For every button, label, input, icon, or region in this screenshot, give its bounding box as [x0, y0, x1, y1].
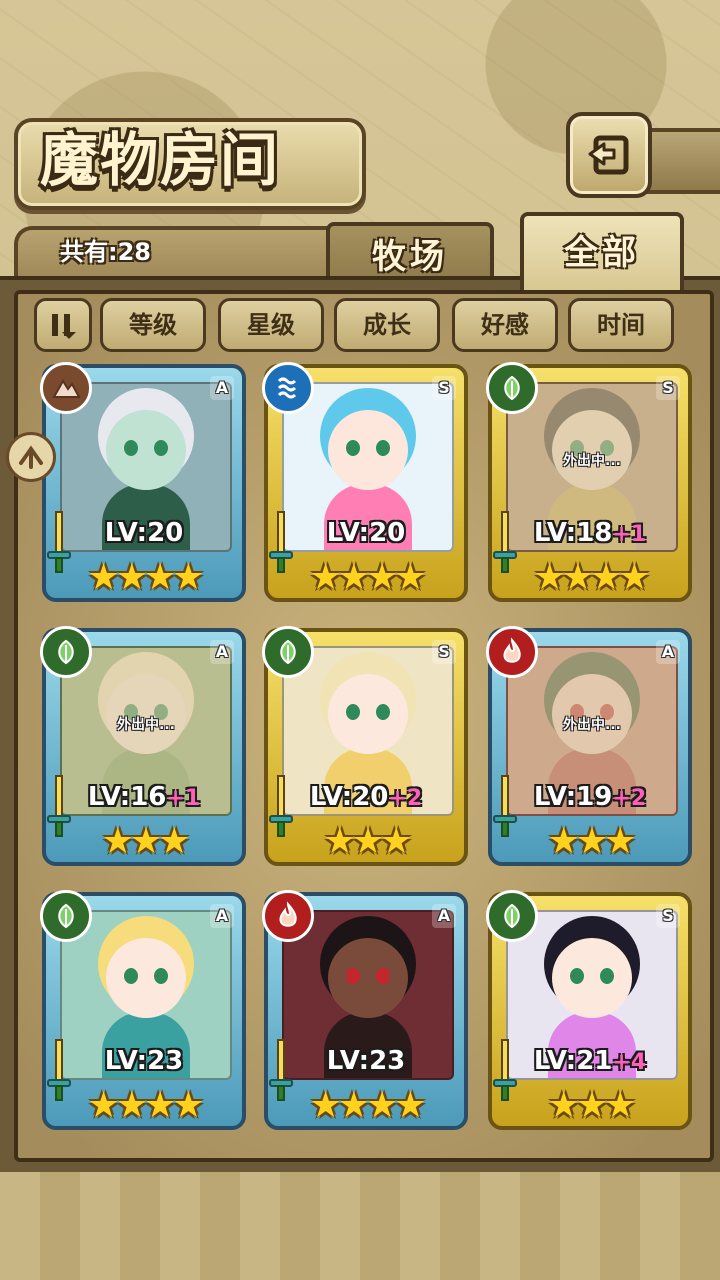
away-status: 外出中...: [563, 453, 621, 469]
back-button[interactable]: [566, 112, 652, 198]
star-rating: ★★★★: [533, 557, 650, 598]
bottom-map-strip: [0, 1172, 720, 1280]
sort-order-toggle[interactable]: [34, 298, 92, 352]
side-badge[interactable]: [6, 432, 56, 482]
level-label: LV:19+2: [492, 782, 688, 812]
monster-count: 共有:28: [60, 238, 151, 266]
water-element-icon: [262, 362, 314, 414]
fire-element-icon: [486, 626, 538, 678]
sort-affection-button[interactable]: 好感: [452, 298, 558, 352]
sword-icon: [266, 772, 296, 842]
monster-card[interactable]: A LV:23 ★★★★: [262, 890, 468, 1130]
sword-icon: [490, 1036, 520, 1106]
level-bonus: +1: [166, 786, 201, 811]
level-label: LV:20: [268, 518, 464, 548]
level-bonus: +2: [612, 786, 647, 811]
nature-element-icon: [486, 890, 538, 942]
level-label: LV:23: [46, 1046, 242, 1076]
rank-badge: A: [210, 904, 234, 928]
sort-level-button[interactable]: 等级: [100, 298, 206, 352]
sort-order-icon: [52, 314, 76, 339]
level-value: LV:19: [533, 782, 613, 812]
level-label: LV:23: [268, 1046, 464, 1076]
sort-stars-button[interactable]: 星级: [218, 298, 324, 352]
level-label: LV:20+2: [268, 782, 464, 812]
star-rating: ★★★: [547, 821, 637, 862]
sword-icon: [490, 508, 520, 578]
star-rating: ★★★: [323, 821, 413, 862]
sword-icon: [490, 772, 520, 842]
back-arrow-icon: [588, 135, 629, 175]
rank-badge: S: [656, 376, 680, 400]
level-value: LV:21: [533, 1046, 613, 1076]
away-status: 外出中...: [563, 717, 621, 733]
level-value: LV:20: [104, 518, 184, 548]
monster-card[interactable]: A LV:20 ★★★★: [40, 362, 246, 602]
monster-card[interactable]: S LV:20+2 ★★★: [262, 626, 468, 866]
level-value: LV:23: [104, 1046, 184, 1076]
sort-bar: 等级 星级 成长 好感 时间: [30, 296, 690, 352]
star-rating: ★★★: [547, 1085, 637, 1126]
sort-time-button[interactable]: 时间: [568, 298, 674, 352]
level-value: LV:23: [326, 1046, 406, 1076]
star-rating: ★★★: [101, 821, 191, 862]
monster-card[interactable]: A LV:23 ★★★★: [40, 890, 246, 1130]
rank-badge: S: [432, 640, 456, 664]
level-bonus: +4: [612, 1050, 647, 1075]
page-title: 魔物房间: [40, 126, 281, 194]
level-label: LV:20: [46, 518, 242, 548]
level-value: LV:18: [533, 518, 613, 548]
rank-badge: A: [432, 904, 456, 928]
star-rating: ★★★★: [309, 1085, 426, 1126]
earth-element-icon: [40, 362, 92, 414]
monster-card[interactable]: 外出中... A LV:19+2 ★★★: [486, 626, 692, 866]
monster-card[interactable]: 外出中... A LV:16+1 ★★★: [40, 626, 246, 866]
rank-badge: A: [210, 376, 234, 400]
sword-icon: [44, 772, 74, 842]
level-bonus: +1: [612, 522, 647, 547]
monster-card[interactable]: S LV:20 ★★★★: [262, 362, 468, 602]
rank-badge: S: [656, 904, 680, 928]
rank-badge: A: [210, 640, 234, 664]
sword-icon: [44, 1036, 74, 1106]
sword-icon: [44, 508, 74, 578]
sort-growth-button[interactable]: 成长: [334, 298, 440, 352]
tab-all[interactable]: 全部: [520, 212, 684, 290]
level-label: LV:21+4: [492, 1046, 688, 1076]
arrow-badge-icon: [19, 445, 43, 469]
nature-element-icon: [40, 626, 92, 678]
fire-element-icon: [262, 890, 314, 942]
away-status: 外出中...: [117, 717, 175, 733]
monster-card[interactable]: 外出中... S LV:18+1 ★★★★: [486, 362, 692, 602]
level-label: LV:18+1: [492, 518, 688, 548]
back-rail: [640, 128, 720, 194]
sword-icon: [266, 1036, 296, 1106]
level-value: LV:20: [326, 518, 406, 548]
nature-element-icon: [40, 890, 92, 942]
star-rating: ★★★★: [87, 557, 204, 598]
sword-icon: [266, 508, 296, 578]
monster-card[interactable]: S LV:21+4 ★★★: [486, 890, 692, 1130]
level-label: LV:16+1: [46, 782, 242, 812]
level-value: LV:16: [87, 782, 167, 812]
nature-element-icon: [486, 362, 538, 414]
rank-badge: A: [656, 640, 680, 664]
level-bonus: +2: [388, 786, 423, 811]
star-rating: ★★★★: [309, 557, 426, 598]
level-value: LV:20: [309, 782, 389, 812]
nature-element-icon: [262, 626, 314, 678]
star-rating: ★★★★: [87, 1085, 204, 1126]
rank-badge: S: [432, 376, 456, 400]
